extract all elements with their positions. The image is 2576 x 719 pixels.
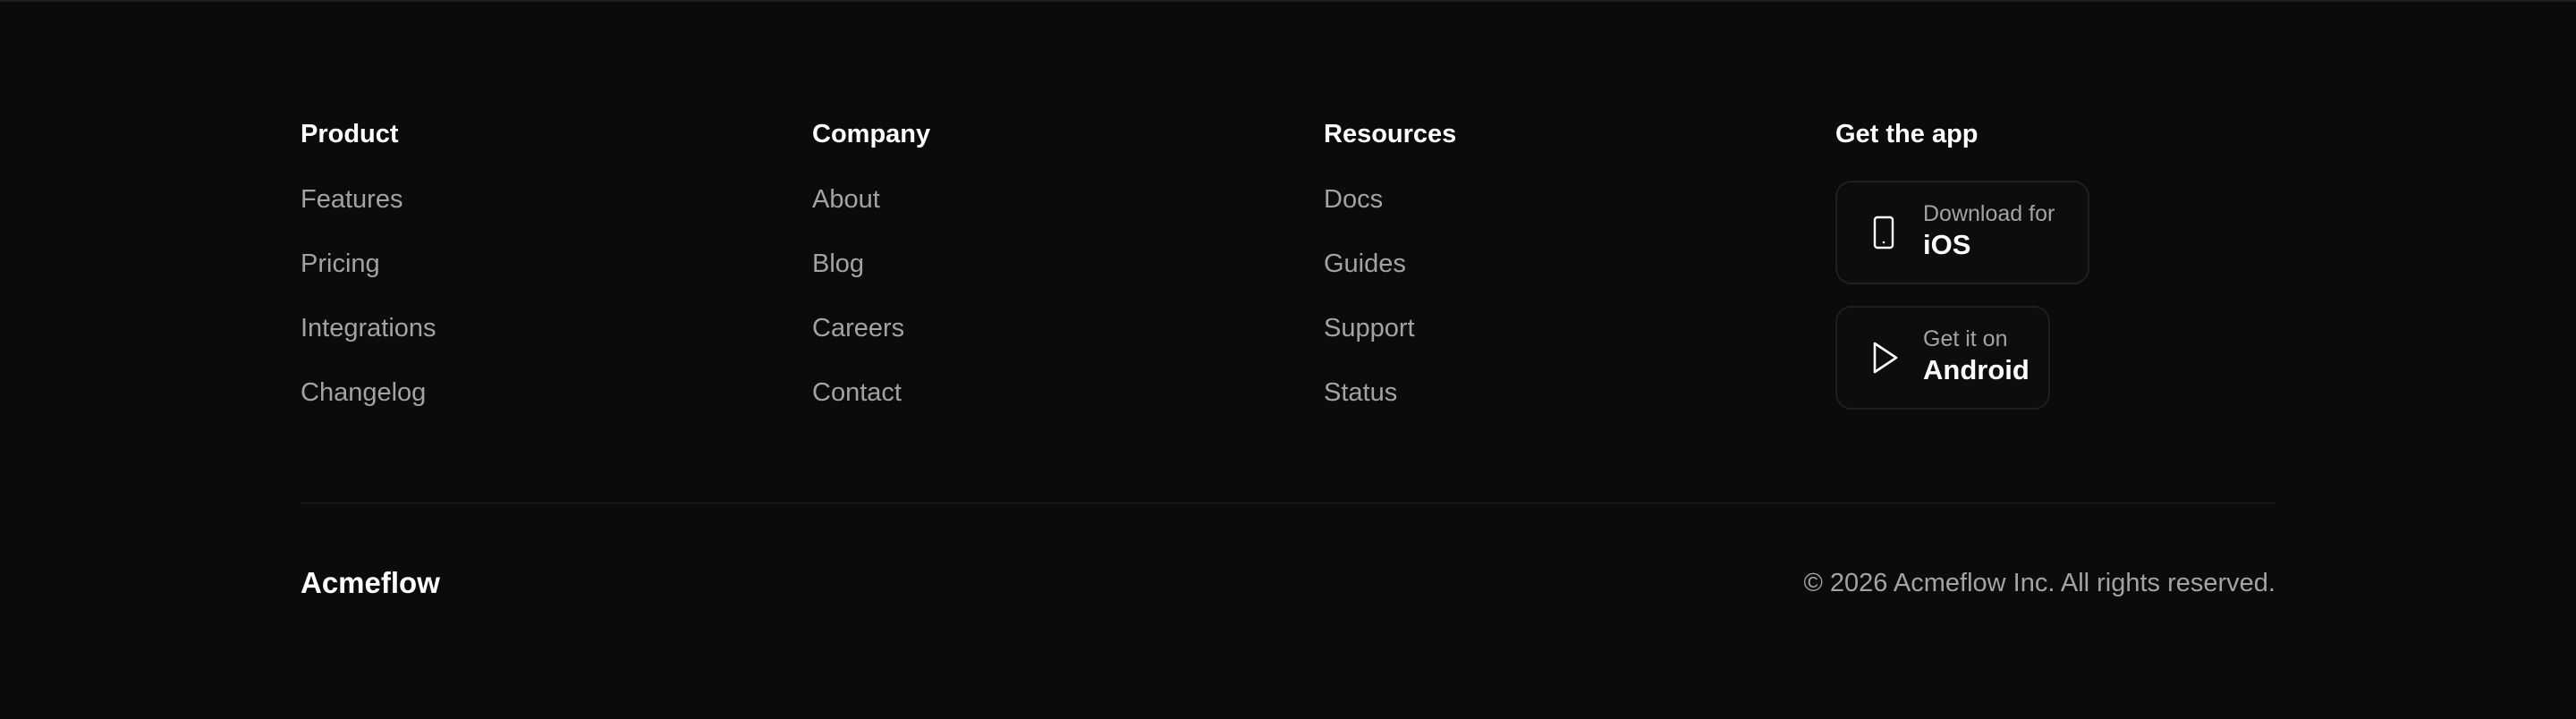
- link-label[interactable]: Status: [1324, 378, 1397, 407]
- resources-heading: Resources: [1324, 120, 1457, 148]
- ios-button-platform: iOS: [1923, 229, 1971, 260]
- android-download-button[interactable]: Get it on Android: [1835, 306, 2050, 410]
- link-label[interactable]: Changelog: [301, 378, 426, 407]
- ios-button-caption: Download for: [1923, 201, 2055, 226]
- company-link-list: About Blog Careers Contact: [812, 184, 904, 442]
- link-changelog[interactable]: Changelog: [301, 377, 436, 442]
- link-features[interactable]: Features: [301, 184, 436, 249]
- android-button-text: Get it on Android: [1923, 326, 2029, 388]
- resources-link-list: Docs Guides Support Status: [1324, 184, 1415, 442]
- link-label[interactable]: About: [812, 185, 880, 214]
- link-label[interactable]: Guides: [1324, 250, 1406, 278]
- link-support[interactable]: Support: [1324, 313, 1415, 377]
- link-integrations[interactable]: Integrations: [301, 313, 436, 377]
- link-pricing[interactable]: Pricing: [301, 249, 436, 313]
- resources-column: Resources Docs Guides Support Status: [1324, 114, 1457, 407]
- phone-icon: [1873, 216, 1894, 250]
- link-status[interactable]: Status: [1324, 377, 1415, 442]
- link-label[interactable]: Contact: [812, 378, 902, 407]
- product-column: Product Features Pricing Integrations Ch…: [301, 114, 436, 407]
- product-link-list: Features Pricing Integrations Changelog: [301, 184, 436, 442]
- company-heading: Company: [812, 120, 931, 148]
- link-docs[interactable]: Docs: [1324, 184, 1415, 249]
- get-app-column: Get the app Download for iOS Get it on A…: [1835, 114, 2089, 410]
- link-blog[interactable]: Blog: [812, 249, 904, 313]
- android-button-caption: Get it on: [1923, 326, 2008, 351]
- link-label[interactable]: Docs: [1324, 185, 1383, 214]
- footer-links: Product Features Pricing Integrations Ch…: [301, 114, 2275, 419]
- link-label[interactable]: Integrations: [301, 314, 436, 343]
- product-heading: Product: [301, 120, 399, 148]
- link-label[interactable]: Features: [301, 185, 402, 214]
- link-about[interactable]: About: [812, 184, 904, 249]
- android-button-platform: Android: [1923, 354, 2029, 385]
- copyright-text: © 2026 Acmeflow Inc. All rights reserved…: [1803, 569, 2276, 597]
- link-careers[interactable]: Careers: [812, 313, 904, 377]
- brand-logo[interactable]: Acmeflow: [301, 563, 440, 603]
- get-app-heading: Get the app: [1835, 120, 1979, 148]
- company-column: Company About Blog Careers Contact: [812, 114, 931, 407]
- ios-button-text: Download for iOS: [1923, 200, 2055, 263]
- link-label[interactable]: Pricing: [301, 250, 380, 278]
- play-icon: [1873, 342, 1898, 374]
- link-label[interactable]: Blog: [812, 250, 864, 278]
- link-label[interactable]: Support: [1324, 314, 1415, 343]
- link-label[interactable]: Careers: [812, 314, 904, 343]
- top-border: [0, 0, 2576, 2]
- link-contact[interactable]: Contact: [812, 377, 904, 442]
- link-guides[interactable]: Guides: [1324, 249, 1415, 313]
- ios-download-button[interactable]: Download for iOS: [1835, 181, 2089, 284]
